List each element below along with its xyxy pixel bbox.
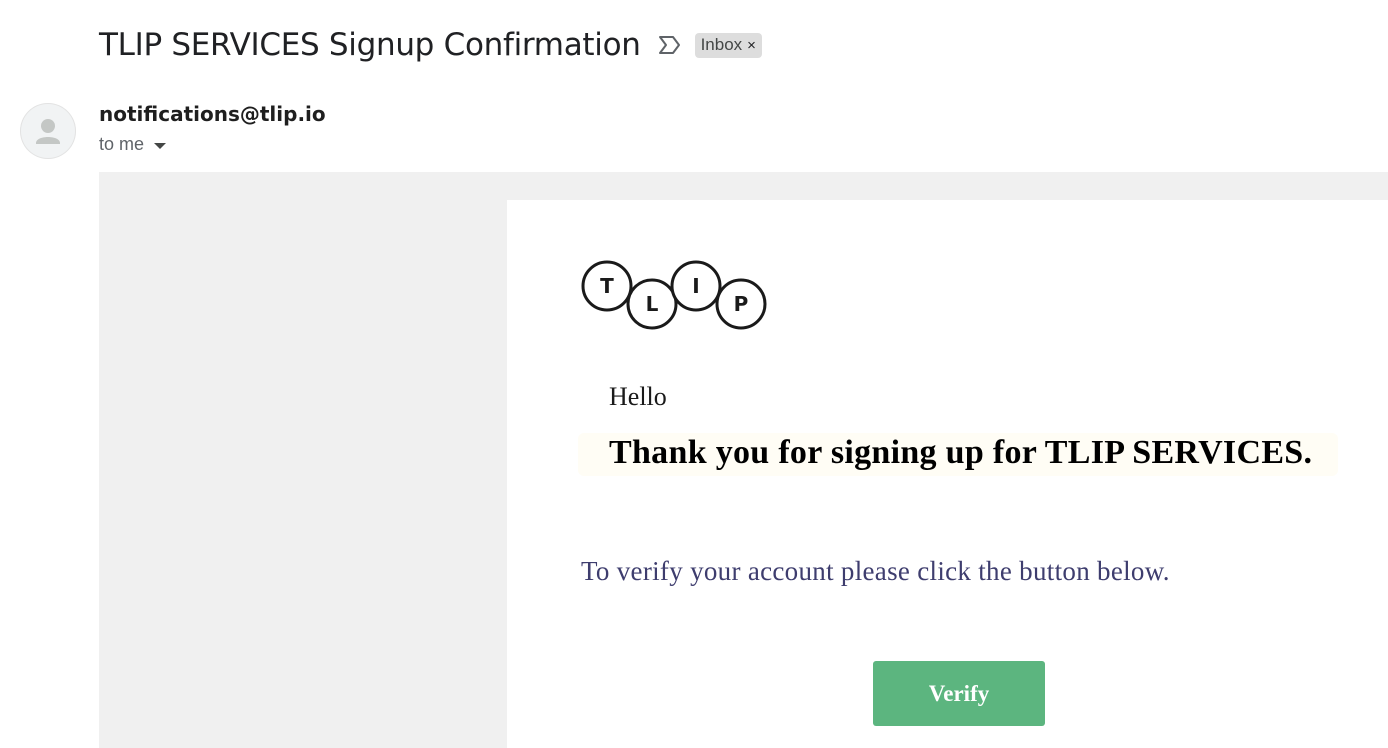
thanks-heading: Thank you for signing up for TLIP SERVIC… [609, 434, 1313, 471]
inbox-label-text: Inbox [700, 35, 743, 54]
inbox-label-chip: Inbox × [694, 32, 762, 58]
email-subject: TLIP SERVICES Signup Confirmation [99, 27, 641, 63]
recipient-label: to me [99, 134, 145, 154]
verify-instruction: To verify your account please click the … [581, 556, 1170, 586]
logo-letter: T [600, 274, 614, 298]
logo-letter: P [734, 292, 749, 316]
tlip-logo: T L I P [580, 258, 770, 334]
sender-address: notifications@tlip.io [99, 102, 326, 126]
recipient-details-toggle[interactable]: to me [99, 134, 167, 155]
subject-row: TLIP SERVICES Signup Confirmation Inbox … [99, 22, 762, 68]
logo-letter: I [692, 274, 699, 298]
verify-button[interactable]: Verify [873, 661, 1045, 726]
sender-avatar [20, 103, 76, 159]
chevron-down-icon [154, 142, 167, 149]
importance-marker-icon[interactable] [657, 34, 683, 56]
greeting-text: Hello [609, 382, 667, 411]
remove-label-icon[interactable]: × [747, 37, 756, 54]
logo-letter: L [646, 292, 659, 316]
person-icon [36, 119, 60, 144]
